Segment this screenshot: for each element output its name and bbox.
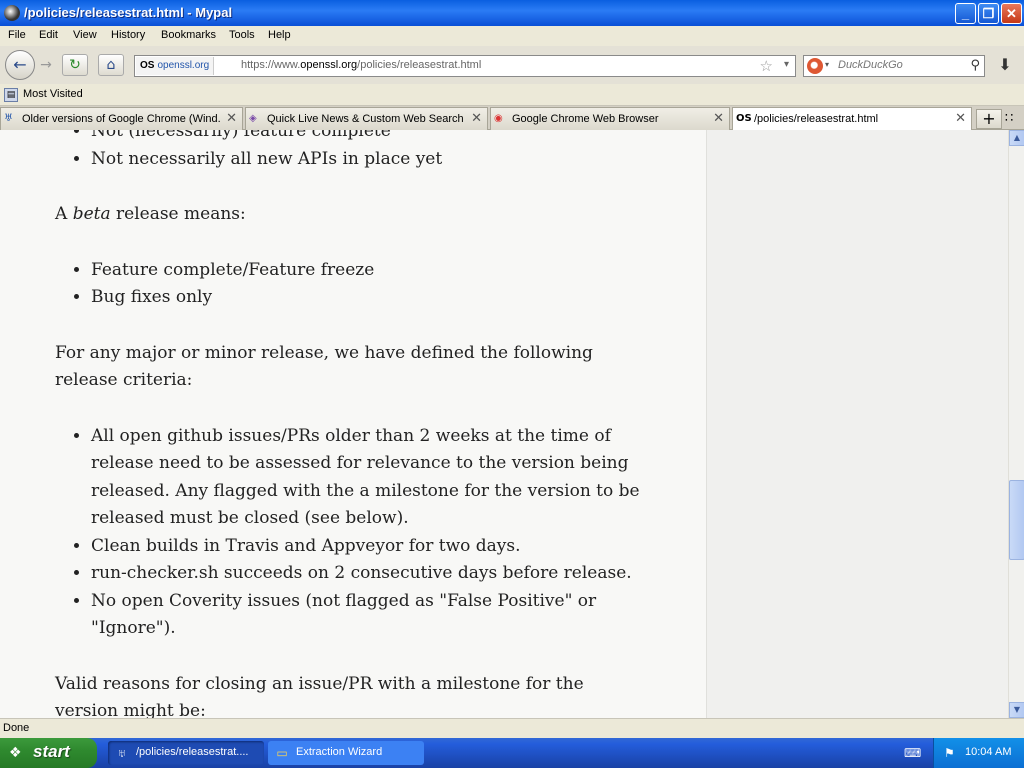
downloads-button[interactable]: ⬇ — [992, 54, 1018, 78]
alpha-list: Not (necessarily) feature complete Not n… — [73, 130, 645, 173]
menu-help[interactable]: Help — [268, 29, 291, 41]
scroll-down-arrow-icon[interactable]: ▼ — [1009, 702, 1024, 718]
tab-close-icon[interactable]: ✕ — [713, 111, 724, 126]
list-item: Clean builds in Travis and Appveyor for … — [91, 533, 645, 561]
navigation-toolbar: ← → ↻ ⌂ OS openssl.org https://www.openss… — [0, 46, 1024, 84]
status-bar: Done — [0, 718, 1024, 738]
minimize-button[interactable]: _ — [955, 3, 976, 24]
tab-favicon-icon: ♅ — [4, 113, 13, 124]
list-item: Bug fixes only — [91, 284, 645, 312]
tab-label: Google Chrome Web Browser — [512, 113, 659, 125]
close-button[interactable]: ✕ — [1001, 3, 1022, 24]
url-bar[interactable]: OS openssl.org https://www.openssl.org/po… — [134, 55, 796, 77]
taskbar-item-extraction-wizard[interactable]: ▭ Extraction Wizard — [268, 741, 424, 765]
taskbar-item-label: /policies/releasestrat.... — [136, 746, 249, 758]
forward-button[interactable]: → — [36, 56, 56, 76]
keyboard-icon[interactable]: ⌨ — [904, 746, 921, 760]
tab-label: Older versions of Google Chrome (Wind... — [22, 113, 220, 125]
beta-intro: A beta release means: — [55, 201, 645, 229]
tab-quick-live-news[interactable]: ◈ Quick Live News & Custom Web Search ✕ — [245, 107, 488, 130]
list-item: Feature complete/Feature freeze — [91, 257, 645, 285]
release-strategy-article: Not (necessarily) feature complete Not n… — [55, 130, 645, 718]
url-prefix: https://www. — [241, 59, 301, 71]
scroll-up-arrow-icon[interactable]: ▲ — [1009, 130, 1024, 146]
vertical-scrollbar[interactable]: ▲ ▼ — [1008, 130, 1024, 718]
tab-label: Quick Live News & Custom Web Search — [267, 113, 464, 125]
scrollbar-thumb[interactable] — [1009, 480, 1024, 560]
url-input[interactable]: https://www.openssl.org/policies/release… — [241, 59, 481, 71]
beta-list: Feature complete/Feature freeze Bug fixe… — [73, 257, 645, 312]
mypal-icon: ♅ — [117, 746, 127, 760]
taskbar-item-mypal[interactable]: ♅ /policies/releasestrat.... — [108, 741, 264, 765]
duckduckgo-icon[interactable] — [807, 58, 823, 74]
list-item: Not necessarily all new APIs in place ye… — [91, 146, 645, 174]
page-sidebar — [706, 130, 1008, 718]
bookmarks-toolbar: ▤ Most Visited — [0, 84, 1024, 106]
maximize-button[interactable]: ❐ — [978, 3, 999, 24]
mypal-app-icon[interactable] — [4, 5, 20, 21]
tab-chrome-old-versions[interactable]: ♅ Older versions of Google Chrome (Wind.… — [0, 107, 243, 130]
url-host: openssl.org — [300, 59, 358, 71]
tab-favicon-icon: OS — [736, 113, 752, 124]
criteria-list: All open github issues/PRs older than 2 … — [73, 423, 645, 643]
tab-favicon-icon: ◉ — [494, 113, 503, 124]
tab-close-icon[interactable]: ✕ — [955, 111, 966, 126]
beta-prefix: A — [55, 204, 73, 224]
new-tab-button[interactable]: + — [976, 109, 1002, 129]
back-button[interactable]: ← — [5, 50, 35, 80]
most-visited-folder[interactable]: Most Visited — [23, 88, 83, 100]
tab-close-icon[interactable]: ✕ — [471, 111, 482, 126]
clock[interactable]: 10:04 AM — [965, 746, 1011, 758]
menu-bar: File Edit View History Bookmarks Tools H… — [0, 26, 1024, 46]
taskbar-item-label: Extraction Wizard — [296, 746, 383, 758]
search-go-icon[interactable]: ⚲ — [970, 58, 980, 73]
criteria-intro: For any major or minor release, we have … — [55, 342, 593, 391]
menu-edit[interactable]: Edit — [39, 29, 58, 41]
list-item: Not (necessarily) feature complete — [91, 130, 645, 146]
tab-strip: ♅ Older versions of Google Chrome (Wind.… — [0, 106, 1024, 131]
tab-label: /policies/releasestrat.html — [754, 113, 879, 125]
tab-favicon-icon: ◈ — [249, 113, 257, 124]
folder-icon: ▭ — [276, 746, 288, 760]
windows-taskbar: ❖ start ♅ /policies/releasestrat.... ▭ E… — [0, 738, 1024, 768]
list-item: All open github issues/PRs older than 2 … — [91, 423, 645, 533]
page-content: Not (necessarily) feature complete Not n… — [0, 130, 1008, 718]
most-visited-icon: ▤ — [4, 88, 18, 102]
menu-tools[interactable]: Tools — [229, 29, 255, 41]
title-bar: /policies/releasestrat.html - Mypal _ ❐ … — [0, 0, 1024, 26]
site-identity-button[interactable]: OS openssl.org — [136, 57, 215, 75]
site-favicon-icon: OS — [140, 60, 155, 71]
search-engine-dropdown-icon[interactable]: ▾ — [825, 60, 829, 69]
tab-releasestrat-active[interactable]: OS /policies/releasestrat.html ✕ — [732, 107, 972, 131]
search-bar[interactable]: ▾ ⚲ — [803, 55, 985, 77]
url-path: /policies/releasestrat.html — [357, 59, 482, 71]
tab-list-icon[interactable]: ∷ — [1005, 111, 1013, 126]
network-icon[interactable]: ⚑ — [944, 745, 960, 761]
list-item: run-checker.sh succeeds on 2 consecutive… — [91, 560, 645, 588]
tab-google-chrome[interactable]: ◉ Google Chrome Web Browser ✕ — [490, 107, 730, 130]
window-title: /policies/releasestrat.html - Mypal — [24, 5, 233, 20]
list-item: No open Coverity issues (not flagged as … — [91, 588, 645, 643]
system-tray: ⚑ 10:04 AM — [933, 738, 1024, 768]
tab-close-icon[interactable]: ✕ — [226, 111, 237, 126]
start-label: start — [33, 742, 70, 761]
menu-file[interactable]: File — [8, 29, 26, 41]
start-button[interactable]: ❖ start — [0, 738, 97, 768]
windows-logo-icon: ❖ — [9, 745, 22, 761]
menu-history[interactable]: History — [111, 29, 145, 41]
beta-suffix: release means: — [110, 204, 246, 224]
home-button[interactable]: ⌂ — [98, 54, 124, 76]
beta-term: beta — [72, 204, 111, 224]
site-identity-label: openssl.org — [157, 60, 210, 71]
status-text: Done — [3, 722, 30, 734]
reload-button[interactable]: ↻ — [62, 54, 88, 76]
menu-view[interactable]: View — [73, 29, 97, 41]
url-history-dropdown-icon[interactable]: ▾ — [784, 59, 789, 70]
menu-bookmarks[interactable]: Bookmarks — [161, 29, 216, 41]
closing-intro: Valid reasons for closing an issue/PR wi… — [55, 673, 584, 719]
search-input[interactable] — [838, 59, 958, 71]
bookmark-star-icon[interactable]: ☆ — [760, 57, 773, 75]
